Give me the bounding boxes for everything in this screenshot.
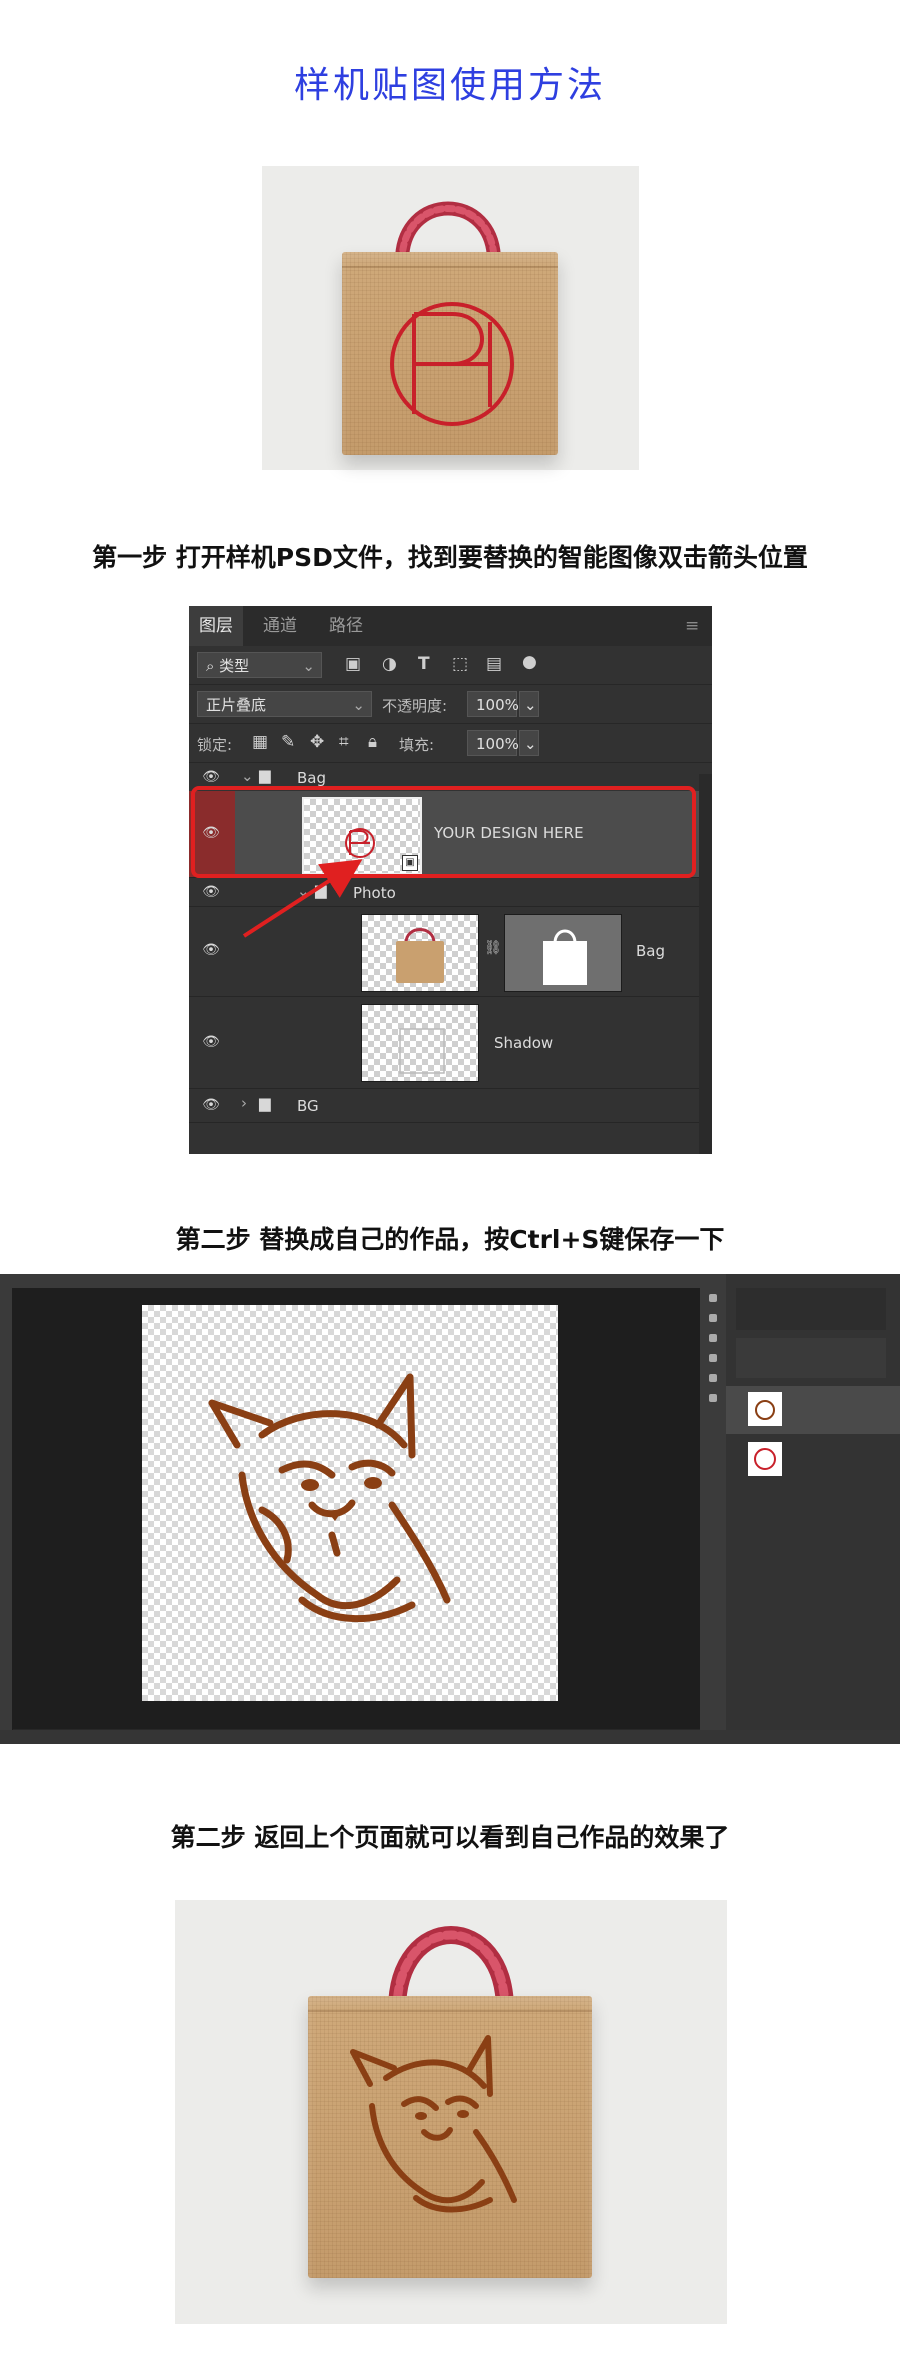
horizontal-ruler <box>0 1274 700 1289</box>
marquee-tool-icon[interactable] <box>709 1314 717 1322</box>
logo-design <box>390 302 514 426</box>
cat-thumb-icon <box>755 1400 775 1420</box>
status-bar <box>0 1730 900 1744</box>
cat-print <box>350 2035 517 2213</box>
cat-artwork <box>208 1373 451 1623</box>
step-1-instruction: 第一步 打开样机PSD文件，找到要替换的智能图像双击箭头位置 <box>92 543 808 572</box>
ws-layer-row[interactable] <box>726 1436 900 1482</box>
ws-layer-thumb <box>748 1392 782 1426</box>
pointer-arrow <box>242 859 363 938</box>
result-mockup-photo <box>175 1900 727 2324</box>
logo-thumb-icon <box>754 1448 776 1470</box>
type-tool-icon[interactable] <box>709 1394 717 1402</box>
right-panels <box>726 1274 900 1730</box>
bag-body <box>308 1996 592 2278</box>
layers-panel: 图层 通道 路径 ≡ ⌕ 类型 ⌄ ▣ ◑ T ⬚ ▤ ● 正片叠底 ⌄ 不透明… <box>189 606 712 1154</box>
page-title: 样机贴图使用方法 <box>293 65 606 106</box>
workspace-canvas-area[interactable] <box>12 1289 700 1729</box>
original-mockup-photo <box>262 166 639 470</box>
crop-tool-icon[interactable] <box>709 1354 717 1362</box>
step-3-instruction: 第二步 返回上个页面就可以看到自己作品的效果了 <box>170 1823 730 1852</box>
ws-layer-thumb <box>748 1442 782 1476</box>
brush-tool-icon[interactable] <box>709 1374 717 1382</box>
move-tool-icon[interactable] <box>709 1294 717 1302</box>
tools-toolbar <box>700 1274 726 1730</box>
panel-controls <box>736 1338 886 1378</box>
properties-panel <box>736 1288 886 1330</box>
bag-body <box>342 252 558 455</box>
lasso-tool-icon[interactable] <box>709 1334 717 1342</box>
ws-layer-row-selected[interactable] <box>726 1386 900 1434</box>
document-canvas[interactable] <box>142 1305 558 1701</box>
step-2-instruction: 第二步 替换成自己的作品，按Ctrl+S键保存一下 <box>175 1225 725 1254</box>
photoshop-workspace <box>0 1274 900 1744</box>
